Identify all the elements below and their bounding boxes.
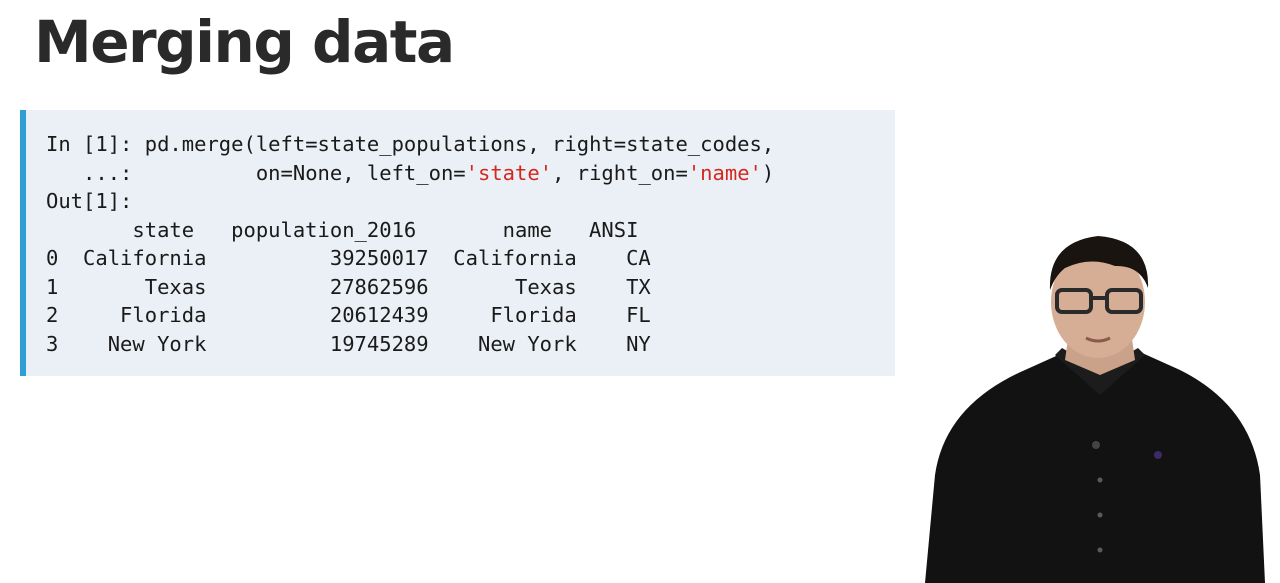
- code-output: In [1]: pd.merge(left=state_populations,…: [46, 130, 774, 358]
- shirt-logo-icon: [1154, 451, 1162, 459]
- merge-call-line-1: pd.merge(left=state_populations, right=s…: [144, 132, 775, 156]
- right-on-string: 'name': [687, 160, 762, 185]
- merge-call-line-2b: , right_on=: [552, 160, 688, 185]
- table-row: 1 Texas 27862596 Texas TX: [46, 274, 651, 299]
- table-row: 2 Florida 20612439 Florida FL: [46, 303, 651, 327]
- continuation-prompt: ...:: [46, 160, 145, 185]
- left-on-string: 'state': [465, 160, 553, 185]
- microphone-icon: [1092, 441, 1100, 449]
- table-row: 0 California 39250017 California CA: [46, 246, 651, 270]
- table-row: 3 New York 19745289 New York NY: [46, 331, 651, 356]
- presenter-video: [925, 236, 1265, 583]
- merge-call-line-2c: ): [761, 160, 775, 185]
- output-prompt: Out[1]:: [46, 189, 133, 213]
- table-header: state population_2016 name ANSI: [46, 217, 639, 242]
- slide-title: Merging data: [34, 8, 455, 76]
- input-prompt: In [1]:: [46, 132, 145, 156]
- merge-call-line-2a: on=None, left_on=: [144, 160, 466, 185]
- code-cell: In [1]: pd.merge(left=state_populations,…: [20, 110, 895, 376]
